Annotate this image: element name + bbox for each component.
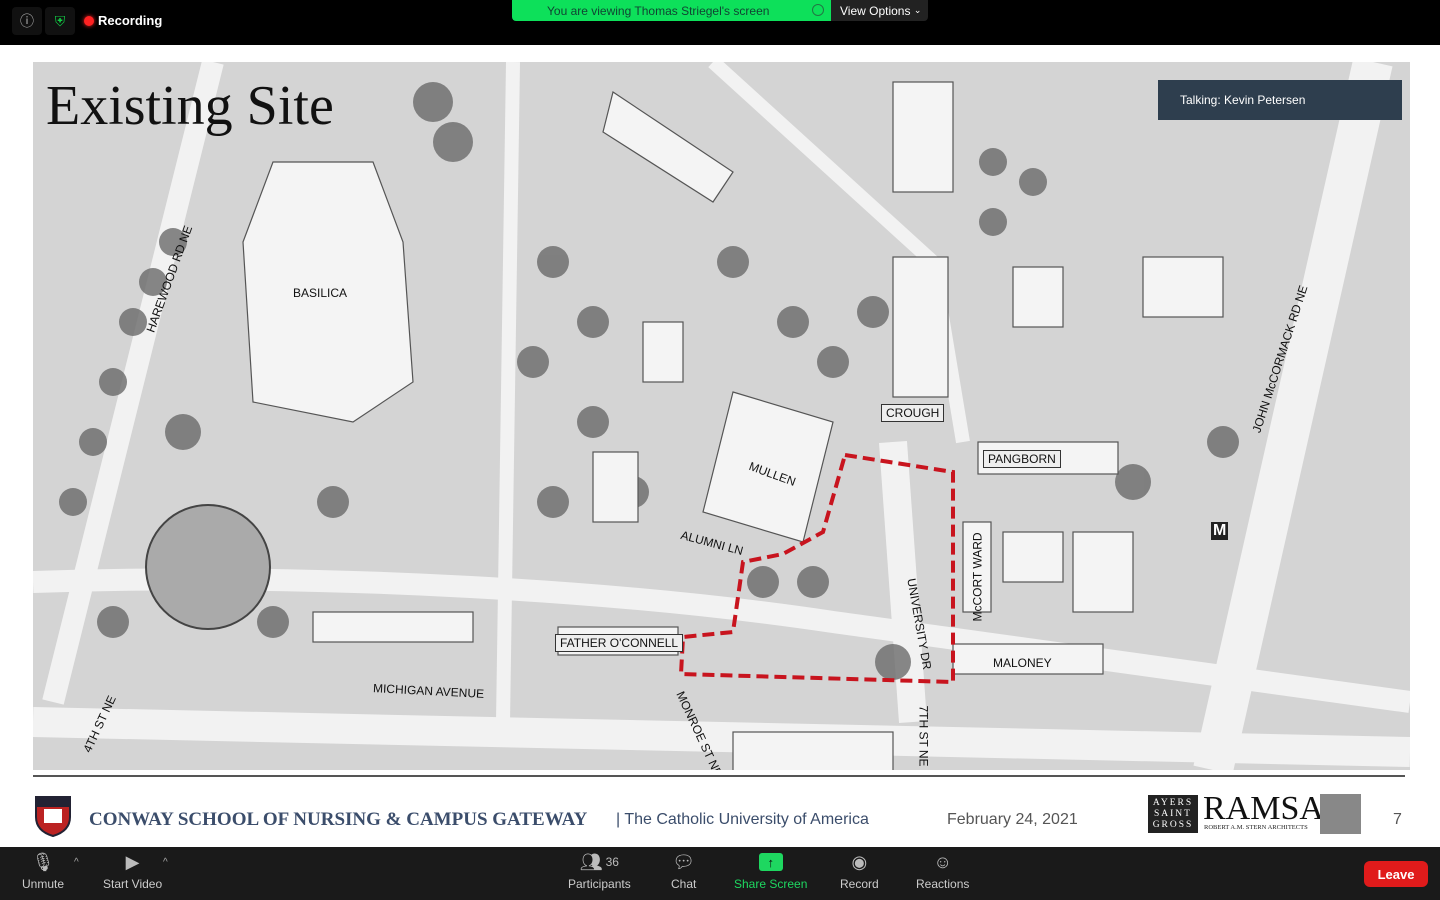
site-map: Existing Site BASILICA HAREWOOD RD NE MU… bbox=[33, 62, 1410, 770]
label-pangborn: PANGBORN bbox=[983, 450, 1061, 468]
view-options-label: View Options bbox=[840, 4, 910, 18]
participants-icon: 👥︎36 bbox=[580, 847, 619, 877]
recording-indicator: Recording bbox=[84, 13, 162, 28]
metro-icon: M bbox=[1211, 522, 1228, 540]
record-button[interactable]: ◉Record bbox=[840, 847, 879, 900]
record-label: Record bbox=[840, 877, 879, 891]
footer-divider bbox=[33, 775, 1405, 777]
chevron-down-icon: ⌄ bbox=[914, 5, 922, 16]
logo-text: GROSS bbox=[1148, 820, 1198, 831]
recording-dot-icon bbox=[84, 16, 94, 26]
label-maloney: MALONEY bbox=[993, 656, 1052, 670]
share-screen-icon: ↑ bbox=[759, 847, 783, 877]
audio-options-caret-icon[interactable]: ^ bbox=[74, 857, 79, 868]
recording-label: Recording bbox=[98, 13, 162, 28]
muted-microphone-icon: 🎙︎ bbox=[32, 847, 55, 877]
record-icon: ◉ bbox=[851, 847, 867, 877]
start-video-label: Start Video bbox=[103, 877, 162, 891]
logo-text: AYERS bbox=[1148, 798, 1198, 809]
meeting-controls: 🎙︎Unmute ^ ▶︎Start Video ^ 👥︎36Participa… bbox=[0, 847, 1440, 900]
footer-date: February 24, 2021 bbox=[947, 811, 1078, 829]
road bbox=[503, 62, 513, 722]
label-mccort-ward: McCORT WARD bbox=[971, 532, 985, 621]
participant-count: 36 bbox=[606, 855, 619, 869]
university-crest-icon bbox=[34, 795, 72, 837]
status-icon bbox=[812, 4, 824, 16]
info-icon[interactable]: ⓘ bbox=[12, 7, 42, 35]
leave-button[interactable]: Leave bbox=[1364, 861, 1428, 887]
chat-icon: 💬︎ bbox=[672, 847, 695, 877]
view-options-button[interactable]: View Options ⌄ bbox=[831, 0, 928, 21]
start-video-button[interactable]: ▶︎Start Video bbox=[103, 847, 162, 900]
unmute-label: Unmute bbox=[22, 877, 64, 891]
logo-text: SAINT bbox=[1148, 809, 1198, 820]
share-screen-label: Share Screen bbox=[734, 877, 807, 891]
reactions-icon: ☺ bbox=[933, 847, 951, 877]
footer-subtitle: | The Catholic University of America bbox=[616, 811, 869, 829]
reactions-label: Reactions bbox=[916, 877, 969, 891]
footer-project-title: CONWAY SCHOOL OF NURSING & CAMPUS GATEWA… bbox=[89, 809, 587, 831]
participants-label: Participants bbox=[568, 877, 631, 891]
page-number: 7 bbox=[1393, 811, 1402, 829]
ramsa-logo: RAMSA bbox=[1203, 790, 1324, 828]
label-father-oconnell: FATHER O'CONNELL bbox=[555, 634, 683, 652]
top-bar: ⓘ ⛨ Recording You are viewing Thomas Str… bbox=[0, 0, 1440, 45]
chat-button[interactable]: 💬︎Chat bbox=[671, 847, 696, 900]
unmute-button[interactable]: 🎙︎Unmute bbox=[22, 847, 64, 900]
viewing-banner: You are viewing Thomas Striegel's screen bbox=[512, 0, 832, 21]
video-off-icon: ▶︎ bbox=[126, 847, 140, 877]
ramsa-subtitle: ROBERT A.M. STERN ARCHITECTS bbox=[1204, 824, 1308, 831]
viewing-text: You are viewing Thomas Striegel's screen bbox=[547, 4, 769, 18]
label-7th-st: 7TH ST NE bbox=[917, 705, 931, 766]
share-screen-button[interactable]: ↑Share Screen bbox=[734, 847, 807, 900]
m-logo-icon bbox=[1320, 794, 1361, 834]
participants-button[interactable]: 👥︎36Participants bbox=[568, 847, 631, 900]
chat-label: Chat bbox=[671, 877, 696, 891]
circular-field bbox=[146, 505, 270, 629]
label-crough: CROUGH bbox=[881, 404, 944, 422]
label-basilica: BASILICA bbox=[293, 286, 347, 300]
security-shield-icon[interactable]: ⛨ bbox=[45, 7, 75, 35]
map-drawing bbox=[33, 62, 1410, 770]
reactions-button[interactable]: ☺Reactions bbox=[916, 847, 969, 900]
talking-indicator: Talking: Kevin Petersen bbox=[1158, 80, 1402, 120]
footer-separator: | bbox=[616, 811, 620, 828]
ayers-saint-gross-logo: AYERSSAINTGROSS bbox=[1148, 795, 1198, 833]
shared-slide: Existing Site BASILICA HAREWOOD RD NE MU… bbox=[0, 45, 1440, 847]
slide-title: Existing Site bbox=[46, 74, 334, 138]
video-options-caret-icon[interactable]: ^ bbox=[163, 857, 168, 868]
footer-university: The Catholic University of America bbox=[624, 811, 869, 828]
